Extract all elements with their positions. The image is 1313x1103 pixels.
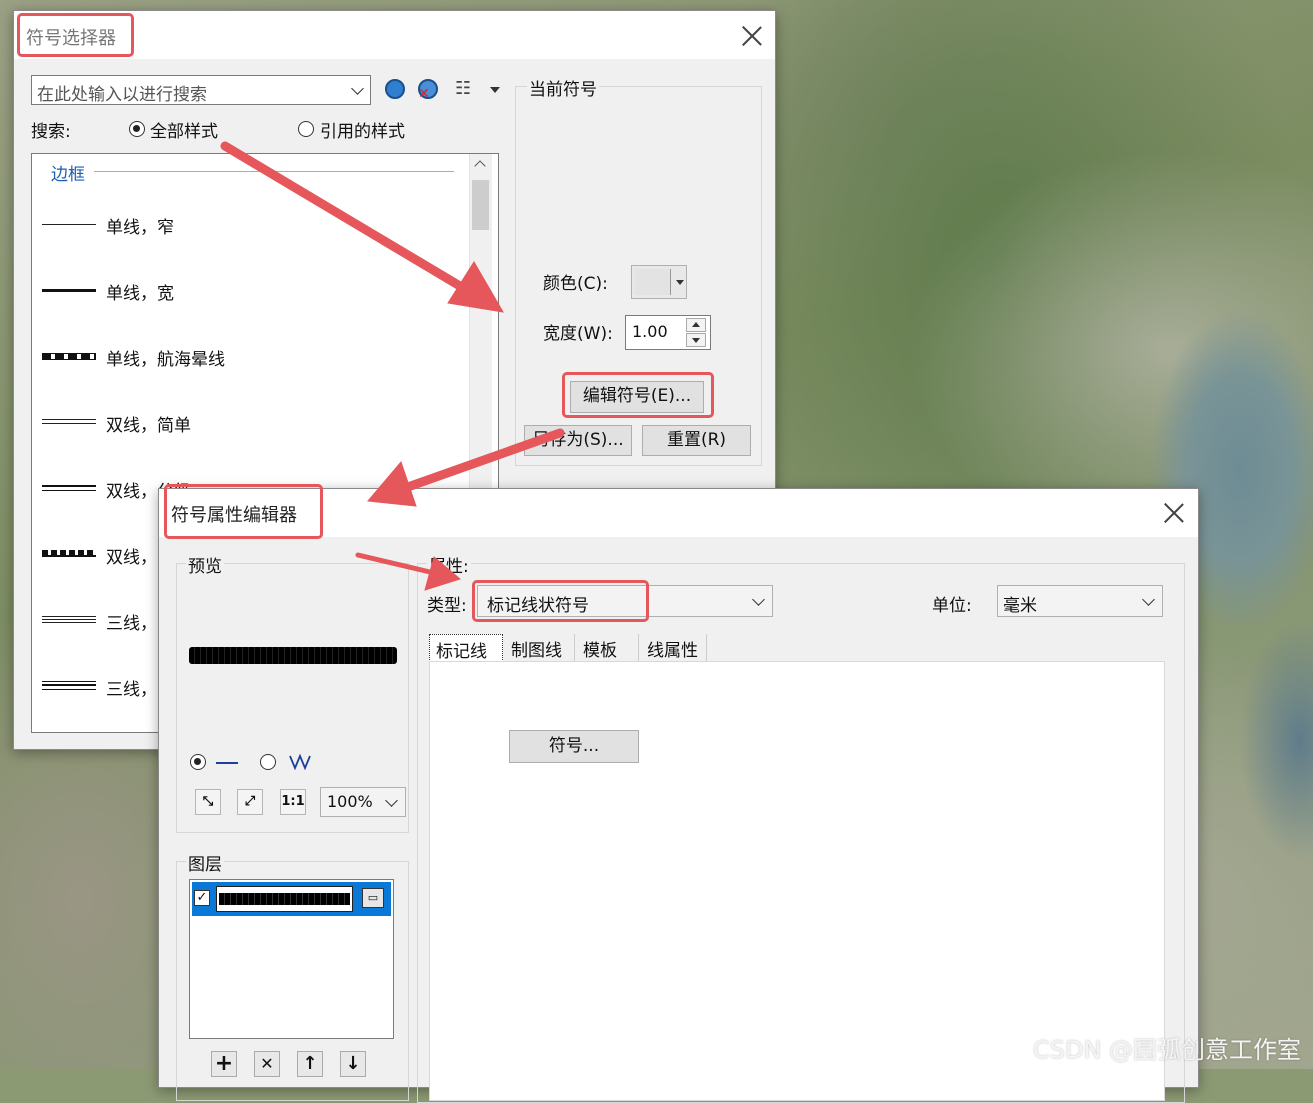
arrow-head [367, 461, 417, 507]
arrow-to-edit-area [220, 141, 475, 297]
annotation-arrows [220, 141, 565, 591]
watermark: CSDN @圆弧创意工作室 [1033, 1036, 1302, 1064]
arrow-head [424, 556, 462, 591]
arrow-to-editor [400, 428, 565, 493]
arrow-to-type [355, 552, 433, 575]
